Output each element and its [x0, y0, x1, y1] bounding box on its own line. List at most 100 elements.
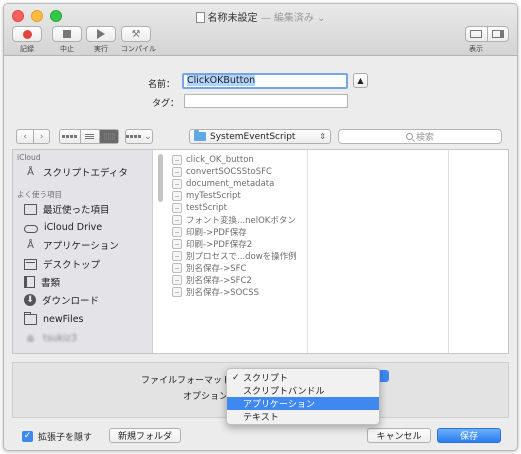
title-bar: 名称未設定 — 編集済み ⌄ 記録 中止 実行 ⚒ コンパイル 表示 [4, 4, 517, 56]
list-item[interactable]: 別プロセスで...dowを操作例 [172, 250, 297, 262]
sidebar-item-downloads[interactable]: ⬇ ダウンロード [24, 292, 99, 308]
script-file-icon [172, 275, 182, 285]
run-button[interactable] [86, 26, 116, 42]
menu-item-application[interactable]: アプリケーション [227, 397, 379, 410]
arrange-icon: ⌄ [126, 130, 152, 143]
list-item[interactable]: testScript [172, 202, 227, 214]
folder-icon [194, 130, 206, 141]
list-item[interactable]: convertSOCSStoSFC [172, 166, 272, 178]
sidebar-item-recents[interactable]: 最近使った項目 [24, 201, 110, 217]
location-label: SystemEventScript [210, 131, 296, 142]
hide-extension-label: 拡張子を隠す [38, 433, 93, 443]
script-file-icon [172, 155, 182, 165]
list-view-button[interactable] [79, 130, 100, 143]
new-folder-button[interactable]: 新規フォルダ [109, 428, 181, 443]
chevron-left-icon: ‹ [23, 131, 28, 142]
compile-button[interactable]: ⚒ [121, 26, 151, 42]
list-view-icon [85, 130, 95, 143]
browser-column-1 [154, 150, 168, 353]
script-file-icon [172, 227, 182, 237]
list-item[interactable]: 印刷->PDF保存2 [172, 238, 252, 250]
chevron-right-icon: › [39, 131, 44, 142]
play-icon [97, 29, 105, 39]
sidebar-item-desktop[interactable]: デスクトップ [24, 256, 100, 272]
script-file-icon [172, 287, 182, 297]
script-file-icon [172, 215, 182, 225]
compile-label: コンパイル [121, 45, 156, 53]
search-field[interactable]: 検索 [338, 129, 502, 144]
checkmark-icon: ✓ [22, 431, 33, 442]
sidebar-item-user[interactable]: ⌂ tsukiz3 [24, 330, 77, 346]
chevron-up-icon: ▲ [357, 76, 364, 85]
list-item[interactable]: document_metadata [172, 178, 274, 190]
name-field[interactable]: ClickOKButton [182, 73, 348, 89]
back-forward-control: ‹ › [16, 129, 50, 144]
editor-view-icon [470, 30, 483, 38]
list-item[interactable]: 別名保存->SFC [172, 262, 246, 274]
column-view-icon [103, 130, 115, 143]
stop-button[interactable] [52, 26, 82, 42]
hide-extension-checkbox[interactable]: ✓ 拡張子を隠す [22, 430, 92, 443]
browser-column-empty [309, 150, 449, 353]
stop-icon [63, 30, 71, 38]
name-label: 名前： [148, 80, 176, 90]
menu-item-script[interactable]: ✓ スクリプト [227, 371, 379, 385]
hammer-icon: ⚒ [131, 28, 141, 40]
back-button[interactable]: ‹ [17, 130, 33, 143]
sidebar-item-documents[interactable]: 書類 [24, 274, 60, 290]
list-item[interactable]: 別名保存->SFC2 [172, 274, 252, 286]
column-view-button[interactable] [99, 130, 119, 143]
forward-button[interactable]: › [33, 130, 49, 143]
cloud-icon [24, 224, 38, 233]
view-toggle[interactable] [465, 26, 509, 42]
record-button[interactable] [12, 26, 42, 42]
script-file-icon [172, 251, 182, 261]
column-scrollbar[interactable] [158, 154, 163, 202]
sidebar-header-icloud: iCloud [17, 153, 41, 162]
user-icon: ⌂ [27, 332, 34, 344]
save-dialog-window: 名称未設定 — 編集済み ⌄ 記録 中止 実行 ⚒ コンパイル 表示 名前： C… [3, 3, 518, 451]
list-item[interactable]: myTestScript [172, 190, 241, 202]
tag-label: タグ： [152, 99, 180, 109]
updown-arrows-icon: ⇕ [319, 132, 326, 141]
list-item[interactable]: click_OK_button [172, 154, 254, 166]
cancel-button[interactable]: キャンセル [367, 428, 431, 443]
browser-column-files: click_OK_button convertSOCSStoSFC docume… [168, 150, 308, 353]
window-title: 名称未設定 — 編集済み ⌄ [4, 9, 517, 24]
script-file-icon [172, 203, 182, 213]
tags-field[interactable] [184, 94, 348, 108]
view-editor-button[interactable] [466, 27, 487, 41]
script-file-icon [172, 239, 182, 249]
menu-item-text[interactable]: テキスト [227, 410, 379, 423]
list-item[interactable]: 印刷->PDF保存 [172, 226, 247, 238]
view-mode-control [59, 129, 119, 144]
view-sidebar-button[interactable] [486, 27, 509, 41]
script-file-icon [172, 179, 182, 189]
menu-item-script-bundle[interactable]: スクリプトバンドル [227, 384, 379, 397]
list-item[interactable]: フォント変換...nelOKボタン [172, 214, 296, 226]
icon-view-button[interactable] [60, 130, 80, 143]
save-button[interactable]: 保存 [437, 428, 501, 443]
document-icon [195, 12, 205, 23]
recents-icon [24, 203, 37, 215]
location-popup[interactable]: SystemEventScript ⇕ [189, 129, 331, 144]
run-label: 実行 [94, 45, 108, 53]
sidebar-view-icon [491, 30, 504, 38]
sidebar-item-applications[interactable]: Å アプリケーション [24, 237, 119, 253]
applications-icon: Å [27, 239, 34, 251]
search-icon [405, 133, 413, 140]
sidebar-item-newfiles[interactable]: newFiles [24, 311, 83, 327]
sidebar-header-favorites: よく使う項目 [17, 190, 62, 199]
download-icon: ⬇ [24, 294, 36, 306]
name-value: ClickOKButton [187, 75, 256, 86]
sidebar-item-icloud-drive[interactable]: iCloud Drive [24, 219, 102, 235]
script-file-icon [172, 263, 182, 273]
expand-dialog-button[interactable]: ▲ [353, 73, 368, 88]
sidebar-item-script-editor[interactable]: Å スクリプトエディタ [24, 164, 128, 180]
icon-view-icon [62, 130, 78, 143]
checkmark-icon: ✓ [232, 372, 240, 383]
list-item[interactable]: 別名保存->SOCSS [172, 286, 259, 298]
search-placeholder: 検索 [415, 133, 434, 143]
arrange-menu-button[interactable]: ⌄ [125, 129, 153, 144]
file-browser: iCloud Å スクリプトエディタ よく使う項目 最近使った項目 iCloud… [12, 149, 509, 354]
